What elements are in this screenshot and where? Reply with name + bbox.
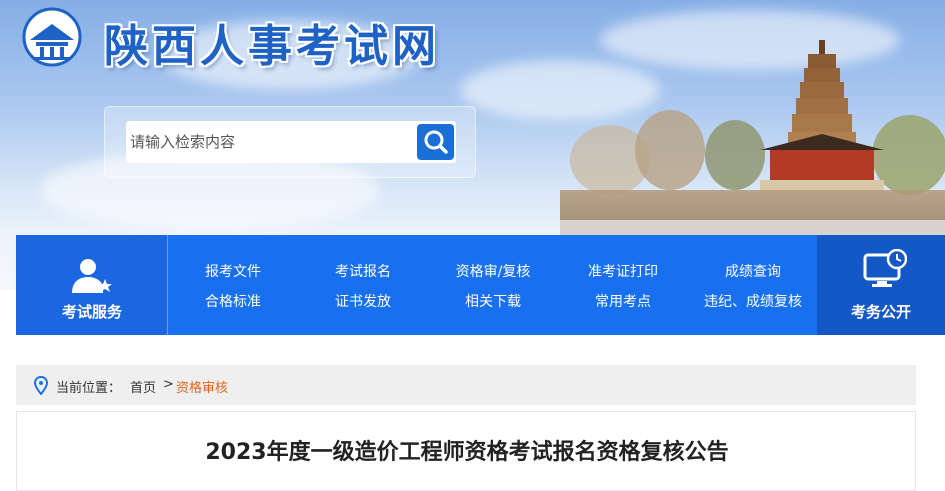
nav-link-exam-sites[interactable]: 常用考点 — [558, 291, 688, 311]
nav-links: 报考文件 合格标准 考试报名 证书发放 资格审/复核 相关下载 准考证打印 常用… — [168, 235, 818, 335]
search-icon — [424, 130, 448, 154]
exam-service-label: 考试服务 — [61, 303, 122, 321]
site-title[interactable]: 陕西人事考试网 — [104, 10, 440, 74]
breadcrumb-home-link[interactable]: 首页 — [130, 377, 156, 396]
exam-service-button[interactable]: 考试服务 — [16, 235, 168, 335]
breadcrumb-current[interactable]: 资格审核 — [176, 377, 228, 396]
breadcrumb-prefix: 当前位置： — [56, 381, 122, 396]
nav-link-certificate-issue[interactable]: 证书发放 — [298, 291, 428, 311]
main-nav: 考试服务 报考文件 合格标准 考试报名 证书发放 资格审/复核 相关下载 准考证… — [16, 235, 945, 335]
article-panel: 2023年度一级造价工程师资格考试报名资格复核公告 — [16, 411, 916, 491]
nav-link-score-query[interactable]: 成绩查询 — [688, 261, 818, 281]
article-title: 2023年度一级造价工程师资格考试报名资格复核公告 — [205, 440, 729, 465]
nav-link-downloads[interactable]: 相关下载 — [428, 291, 558, 311]
monitor-clock-icon — [863, 249, 907, 287]
breadcrumb-separator: > — [163, 377, 174, 392]
nav-link-exam-registration[interactable]: 考试报名 — [298, 261, 428, 281]
breadcrumb: 当前位置： 首页 > 资格审核 — [16, 365, 916, 405]
nav-link-qualification-review[interactable]: 资格审/复核 — [428, 261, 558, 281]
search-input[interactable] — [130, 121, 410, 163]
pagoda-scenery-image — [560, 40, 945, 240]
nav-link-score-review[interactable]: 违纪、成绩复核 — [688, 291, 818, 311]
search-button[interactable] — [417, 124, 454, 160]
nav-link-registration-docs[interactable]: 报考文件 — [168, 261, 298, 281]
nav-link-pass-standard[interactable]: 合格标准 — [168, 291, 298, 311]
building-emblem-icon[interactable] — [16, 6, 88, 68]
person-star-icon — [72, 259, 112, 293]
location-pin-icon — [34, 376, 48, 395]
exam-affairs-public-label: 考务公开 — [850, 303, 911, 321]
nav-link-admission-ticket[interactable]: 准考证打印 — [558, 261, 688, 281]
exam-affairs-public-button[interactable]: 考务公开 — [817, 235, 945, 335]
